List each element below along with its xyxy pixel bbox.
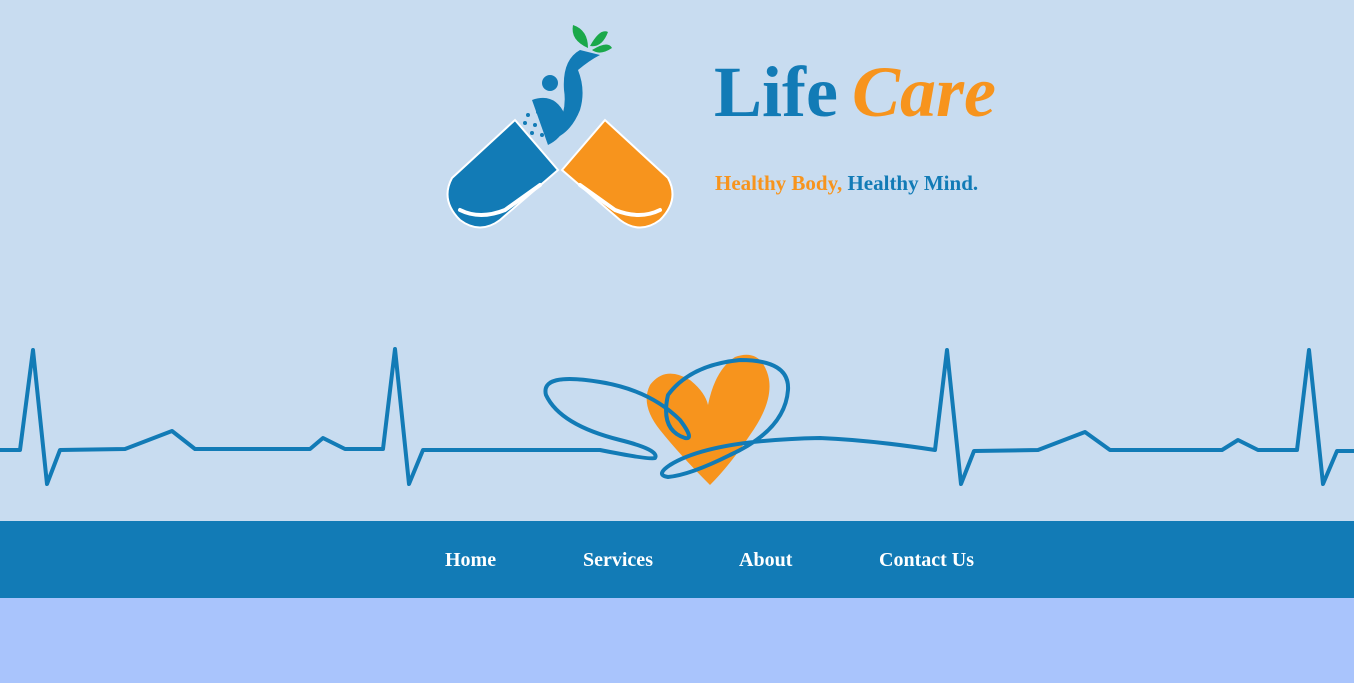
tagline-part-2: Healthy Mind. — [842, 171, 979, 195]
heartbeat-banner-icon — [0, 347, 1354, 486]
nav-item-contact-us[interactable]: Contact Us — [879, 548, 974, 572]
main-navigation: Home Services About Contact Us — [0, 521, 1354, 598]
nav-item-about[interactable]: About — [739, 548, 792, 572]
page-content-area — [0, 598, 1354, 683]
nav-item-home[interactable]: Home — [445, 548, 496, 572]
site-header: Life Care Healthy Body, Healthy Mind. — [0, 0, 1354, 521]
brand-title: Life Care — [714, 56, 996, 128]
tagline-part-1: Healthy Body, — [715, 171, 843, 195]
brand-tagline: Healthy Body, Healthy Mind. — [715, 171, 978, 196]
capsule-logo-icon — [446, 25, 674, 229]
brand-name-life: Life — [714, 52, 838, 132]
nav-item-services[interactable]: Services — [583, 548, 653, 572]
brand-name-care: Care — [851, 52, 996, 132]
